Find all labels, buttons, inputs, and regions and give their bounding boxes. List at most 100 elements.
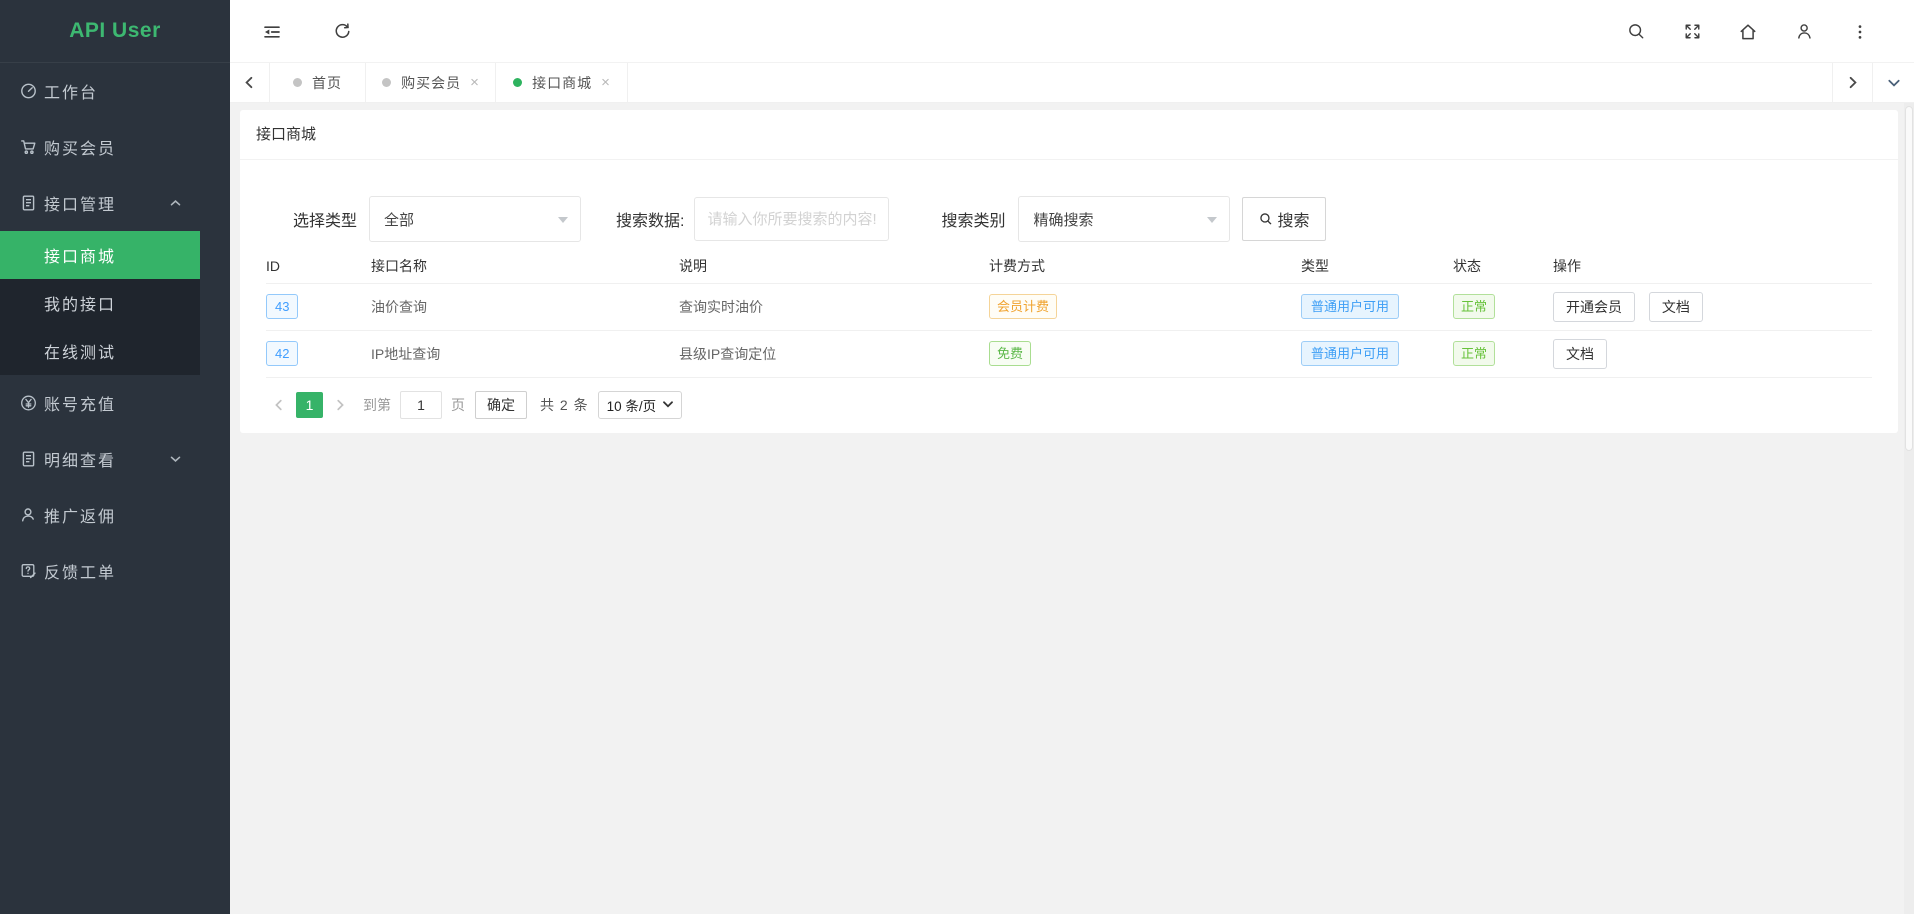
- sidebar-item-detail-view[interactable]: 明细查看: [0, 431, 200, 487]
- search-button-label: 搜索: [1277, 207, 1309, 231]
- sidebar-menu: 工作台 购买会员 接口管理 接口商城 我的接口 在线测: [0, 63, 230, 599]
- fullscreen-button[interactable]: [1664, 0, 1720, 63]
- api-name-cell: 油价查询: [371, 283, 679, 330]
- user-menu-button[interactable]: [1776, 0, 1832, 63]
- column-header-desc: 说明: [679, 250, 989, 283]
- docs-button[interactable]: 文档: [1649, 292, 1703, 322]
- sidebar-item-buy-membership[interactable]: 购买会员: [0, 119, 200, 175]
- tabs-menu-button[interactable]: [1872, 63, 1914, 102]
- chevron-down-icon: [663, 401, 673, 408]
- tabs-scroll-left-button[interactable]: [230, 63, 270, 102]
- chevron-left-icon: [273, 399, 285, 411]
- window-scrollbar-thumb[interactable]: [1905, 106, 1913, 451]
- pagination: 1 到第 页 确定 共 2 条 10 条/页: [273, 390, 1898, 420]
- fullscreen-icon: [1683, 22, 1702, 41]
- app-logo: API User: [0, 0, 230, 63]
- tab-api-mall[interactable]: 接口商城 ×: [496, 63, 628, 102]
- table-row: 42 IP地址查询 县级IP查询定位 免费 普通用户可用 正常 文档: [266, 330, 1872, 377]
- shrink-icon: [262, 22, 282, 42]
- search-input[interactable]: [694, 197, 889, 241]
- next-page-button[interactable]: [334, 399, 346, 411]
- sidebar-item-label: 接口管理: [44, 191, 116, 215]
- page-number-button[interactable]: 1: [296, 392, 323, 418]
- sidebar-item-promotion-rebate[interactable]: 推广返佣: [0, 487, 200, 543]
- chevron-right-icon: [1846, 76, 1859, 89]
- total-count-label: 共 2 条: [540, 395, 589, 415]
- home-button[interactable]: [1720, 0, 1776, 63]
- status-badge: 正常: [1453, 341, 1495, 366]
- column-header-name: 接口名称: [371, 250, 679, 283]
- api-name-cell: IP地址查询: [371, 330, 679, 377]
- column-header-billing: 计费方式: [989, 250, 1301, 283]
- docs-button[interactable]: 文档: [1553, 339, 1607, 369]
- sidebar-item-workbench[interactable]: 工作台: [0, 63, 200, 119]
- sidebar-item-api-management[interactable]: 接口管理: [0, 175, 200, 231]
- tab-home[interactable]: 首页: [270, 63, 366, 102]
- search-button[interactable]: 搜索: [1242, 197, 1326, 241]
- sidebar-item-feedback-ticket[interactable]: 反馈工单: [0, 543, 200, 599]
- column-header-type: 类型: [1301, 250, 1453, 283]
- type-badge: 普通用户可用: [1301, 341, 1399, 366]
- sidebar-item-my-apis[interactable]: 我的接口: [0, 279, 200, 327]
- column-header-status: 状态: [1453, 250, 1553, 283]
- api-desc-cell: 县级IP查询定位: [679, 330, 989, 377]
- sidebar-submenu-api-management: 接口商城 我的接口 在线测试: [0, 231, 200, 375]
- filter-bar: 选择类型 全部 搜索数据: 搜索类别 精确搜索 搜索: [240, 196, 1898, 242]
- sidebar-item-online-test[interactable]: 在线测试: [0, 327, 200, 375]
- sidebar-item-label: 工作台: [44, 79, 98, 103]
- refresh-button[interactable]: [314, 0, 370, 63]
- tab-bar: 首页 购买会员 × 接口商城 ×: [230, 63, 1914, 103]
- person-icon: [20, 507, 37, 524]
- open-membership-button[interactable]: 开通会员: [1553, 292, 1635, 322]
- api-desc-cell: 查询实时油价: [679, 283, 989, 330]
- page-size-select[interactable]: 10 条/页: [598, 391, 683, 419]
- goto-prefix-label: 到第: [363, 395, 391, 415]
- close-icon[interactable]: ×: [470, 75, 479, 90]
- tabs-scroll-right-button[interactable]: [1832, 63, 1872, 102]
- goto-page-input[interactable]: [400, 391, 442, 419]
- top-navbar: [230, 0, 1914, 63]
- search-button-top[interactable]: [1608, 0, 1664, 63]
- more-menu-button[interactable]: [1832, 0, 1888, 63]
- type-badge: 普通用户可用: [1301, 294, 1399, 319]
- tab-label: 购买会员: [401, 73, 461, 93]
- tab-buy-membership[interactable]: 购买会员 ×: [366, 63, 496, 102]
- caret-down-icon: [558, 217, 568, 223]
- dashboard-icon: [20, 83, 37, 100]
- billing-badge: 免费: [989, 341, 1031, 366]
- prev-page-button[interactable]: [273, 399, 285, 411]
- close-icon[interactable]: ×: [601, 75, 610, 90]
- document-icon: [20, 195, 37, 212]
- api-mall-card: 接口商城 选择类型 全部 搜索数据: 搜索类别 精确搜索 搜索: [240, 110, 1898, 433]
- sidebar-item-label: 接口商城: [44, 243, 116, 267]
- window-scrollbar-track[interactable]: [1904, 103, 1914, 914]
- table-row: 43 油价查询 查询实时油价 会员计费 普通用户可用 正常 开通会员 文档: [266, 283, 1872, 330]
- sidebar-item-label: 推广返佣: [44, 503, 116, 527]
- type-filter-label: 选择类型: [293, 207, 357, 231]
- sidebar-item-label: 我的接口: [44, 291, 116, 315]
- search-icon: [1259, 212, 1273, 226]
- sidebar-toggle-button[interactable]: [230, 0, 314, 63]
- column-header-id: ID: [266, 250, 371, 283]
- chevron-down-icon: [169, 453, 182, 466]
- tab-bar-spacer: [628, 63, 1832, 102]
- sidebar-item-label: 明细查看: [44, 447, 116, 471]
- id-badge: 43: [266, 294, 298, 319]
- search-category-select[interactable]: 精确搜索: [1018, 196, 1230, 242]
- tab-dot: [382, 78, 391, 87]
- goto-suffix-label: 页: [451, 395, 465, 415]
- home-icon: [1738, 22, 1758, 42]
- confirm-page-button[interactable]: 确定: [475, 391, 527, 419]
- search-icon: [1627, 22, 1646, 41]
- sidebar-item-label: 账号充值: [44, 391, 116, 415]
- sidebar-item-account-recharge[interactable]: 账号充值: [0, 375, 200, 431]
- sidebar-item-api-mall[interactable]: 接口商城: [0, 231, 200, 279]
- api-table: ID 接口名称 说明 计费方式 类型 状态 操作 43 油价查询 查询实时油价 …: [266, 250, 1872, 378]
- billing-badge: 会员计费: [989, 294, 1057, 319]
- id-badge: 42: [266, 341, 298, 366]
- chevron-up-icon: [169, 197, 182, 210]
- page-size-value: 10 条/页: [607, 395, 657, 415]
- type-select[interactable]: 全部: [369, 196, 581, 242]
- document-icon: [20, 451, 37, 468]
- tab-label: 接口商城: [532, 73, 592, 93]
